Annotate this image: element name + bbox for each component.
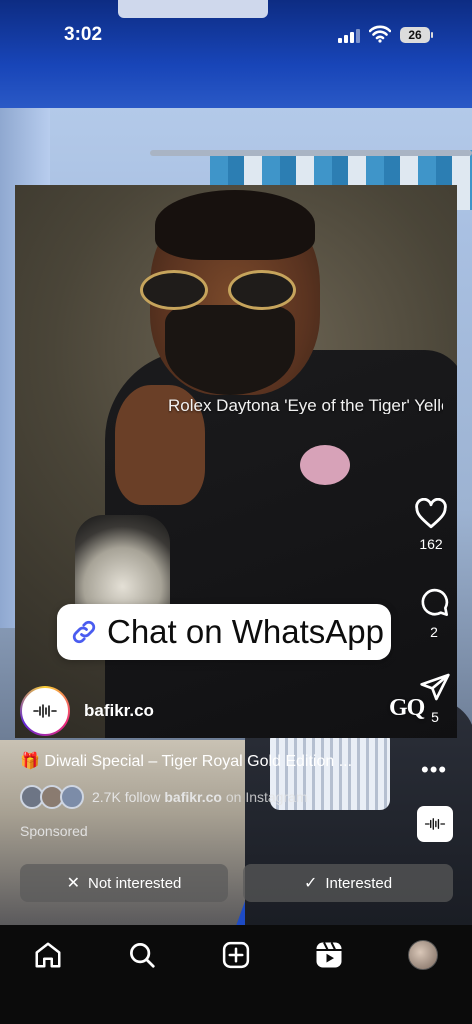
- product-title-ticker: Rolex Daytona 'Eye of the Tiger' Yellow …: [168, 396, 443, 414]
- sunglasses: [140, 270, 310, 310]
- sponsored-label: Sponsored: [20, 823, 88, 839]
- share-action[interactable]: 5: [419, 671, 451, 725]
- like-action[interactable]: 162: [414, 498, 448, 552]
- share-count: 5: [431, 709, 439, 725]
- bottom-navigation: [0, 925, 472, 1024]
- not-interested-label: Not interested: [88, 874, 182, 892]
- curtain-rod: [150, 150, 472, 156]
- nav-create[interactable]: [218, 937, 254, 973]
- rose-embroidery: [300, 445, 350, 485]
- heart-icon: [415, 498, 447, 529]
- profile-avatar: [408, 940, 438, 970]
- follower-avatar: [60, 785, 84, 809]
- brand-row[interactable]: bafikr.co: [20, 685, 154, 737]
- follow-account[interactable]: bafikr.co: [164, 789, 222, 805]
- status-time: 3:02: [64, 24, 103, 45]
- comment-action[interactable]: 2: [418, 586, 450, 640]
- nav-home[interactable]: [30, 937, 66, 973]
- brand-username[interactable]: bafikr.co: [84, 701, 154, 721]
- check-icon: ✓: [303, 875, 318, 892]
- like-count: 162: [419, 536, 443, 552]
- follow-count: 2.7K follow: [92, 789, 161, 805]
- nav-search[interactable]: [124, 937, 160, 973]
- wifi-icon: [369, 25, 391, 43]
- create-icon: [222, 941, 250, 969]
- close-icon: ✕: [66, 875, 80, 892]
- interested-button[interactable]: ✓ Interested: [243, 864, 453, 902]
- follow-suffix: on Instagram: [225, 789, 308, 805]
- nav-reels[interactable]: [311, 937, 347, 973]
- link-icon: [65, 613, 103, 651]
- comment-count: 2: [430, 624, 438, 640]
- ceiling-light: [118, 0, 268, 18]
- hair: [155, 190, 315, 260]
- battery-indicator: 26: [400, 27, 433, 43]
- reels-icon: [316, 942, 342, 968]
- brand-avatar[interactable]: [20, 686, 70, 736]
- search-icon: [130, 943, 155, 968]
- audio-wave-icon: [424, 818, 446, 830]
- not-interested-button[interactable]: ✕ Not interested: [20, 864, 228, 902]
- post-caption[interactable]: 🎁 Diwali Special – Tiger Royal Gold Edit…: [20, 751, 352, 771]
- home-icon: [35, 942, 61, 968]
- chat-on-whatsapp-button[interactable]: Chat on WhatsApp: [57, 604, 391, 660]
- cta-label: Chat on WhatsApp: [107, 613, 384, 650]
- original-audio-tile[interactable]: [417, 806, 453, 842]
- nav-profile[interactable]: [405, 937, 441, 973]
- follow-row: 2.7K follow bafikr.co on Instagram: [20, 785, 308, 809]
- audio-wave-icon: [33, 704, 57, 718]
- comment-icon: [421, 588, 449, 616]
- send-icon: [420, 673, 450, 701]
- beard: [165, 305, 295, 395]
- more-options-icon[interactable]: •••: [421, 757, 447, 783]
- interested-label: Interested: [325, 874, 393, 892]
- signal-icon: [338, 27, 360, 43]
